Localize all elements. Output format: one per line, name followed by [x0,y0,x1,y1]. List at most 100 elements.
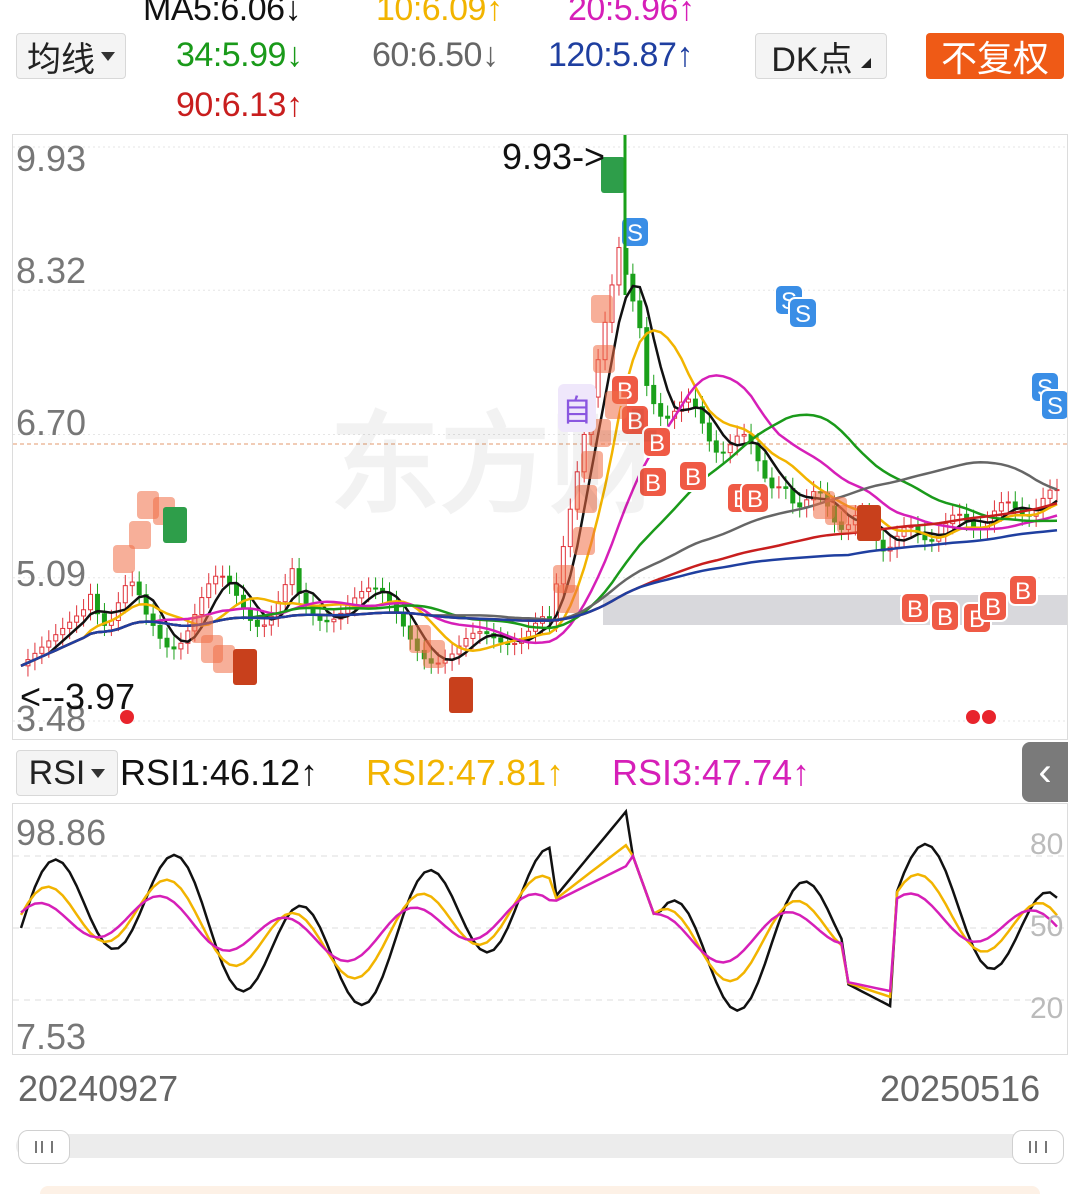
candle-body [213,575,219,585]
candle-body [400,612,406,627]
candle-body [797,502,803,508]
rsi1-line [19,808,1058,1012]
candle-body [74,615,80,623]
candle-body [1012,501,1018,509]
range-handle-left[interactable] [18,1130,70,1164]
candle-body [957,513,963,516]
y-label-3: 6.70 [16,402,87,443]
candle-body [373,587,379,590]
count-marker [591,295,613,323]
candle-body [727,444,733,454]
candle-body [776,486,782,489]
high-annotation: 9.93-> [502,136,606,177]
candle-body [470,632,476,639]
watermark: 东方财 [330,404,660,527]
candle-body [998,502,1004,512]
candle-body [171,646,177,650]
candle-body [206,583,212,599]
rsi-select-label: RSI [28,753,86,792]
candle-body [498,637,504,643]
candle-body [692,398,698,408]
ma60-label: 60:6.50↓ [372,36,499,74]
ma5-label: MA5:6.06↓ [143,0,302,28]
chevron-left-icon[interactable]: ‹ [1022,742,1068,802]
candle-body [366,587,372,593]
rsi-level-50: 50 [1030,910,1064,943]
candle-body [324,619,330,623]
nine-tag [449,677,473,713]
grip-icon [1029,1141,1047,1153]
count-marker [129,521,151,549]
candle-body [88,593,94,611]
candle-body [484,631,490,635]
ma-select-label: 均线 [27,40,95,79]
svg-text:B: B [937,604,953,631]
svg-text:B: B [1015,578,1031,605]
count-marker [213,645,235,673]
count-marker [423,640,445,668]
candle-body [282,584,288,603]
rsi-chart[interactable] [12,803,1068,1055]
candle-body [220,575,226,578]
candle-body [665,415,671,419]
rsi-canvas [13,808,1067,1012]
nine-tag [163,507,187,543]
svg-text:B: B [747,486,763,513]
candle-body [81,609,87,617]
corner-caret-icon [860,58,871,68]
range-scrollbar[interactable] [16,1134,1064,1158]
y-label-top: 9.93 [16,138,87,179]
fq-button[interactable]: 不复权 [926,33,1064,79]
candle-body [39,646,45,654]
candle-body [685,398,691,403]
rsi-select[interactable]: RSI [16,750,118,796]
ma34-label: 34:5.99↓ [176,36,303,74]
svg-text:B: B [685,464,701,491]
svg-text:B: B [985,594,1001,621]
candle-body [783,486,789,489]
rsi1-label: RSI1:46.12↑ [120,752,319,793]
ma90-label: 90:6.13↑ [176,86,303,124]
candle-body [637,300,643,329]
svg-text:S: S [1047,393,1063,420]
ma120-label: 120:5.87↑ [548,36,693,74]
svg-text:S: S [627,220,643,247]
rsi-max-label: 98.86 [16,812,107,853]
range-handle-right[interactable] [1012,1130,1064,1164]
candle-body [289,568,295,586]
buy-marker: B [678,460,708,492]
candle-body [46,640,52,648]
candle-body [199,597,205,615]
candle-body [713,440,719,453]
candle-body [67,621,73,629]
bottom-sheet-edge [40,1186,1040,1194]
dk-select[interactable]: DK点 [755,33,887,79]
low-annotation: <--3.97 [20,676,136,717]
y-label-4: 5.09 [16,553,87,594]
candle-body [762,460,768,479]
buy-marker: B [978,590,1008,622]
candle-body [359,591,365,599]
candle-body [804,499,810,508]
candle-body [150,613,156,626]
buy-marker: B [1008,574,1038,606]
candle-body [178,642,184,650]
buy-marker: B [930,600,960,632]
dk-select-label: DK点 [771,40,853,79]
candle-body [164,637,170,648]
candle-body [136,581,142,596]
self-tag: 自 [558,384,596,432]
candle-body [512,642,518,645]
caret-down-icon [91,768,106,778]
nine-tag [233,649,257,685]
candle-body [261,624,267,627]
candle-body [129,581,135,587]
count-marker [557,585,579,613]
candle-body [477,631,483,634]
nine-tag [857,505,881,541]
signal-dot [966,710,980,724]
candle-body [463,637,469,647]
ma-select[interactable]: 均线 [16,33,126,79]
ma20-label: 20:5.96↑ [568,0,695,28]
y-label-2: 8.32 [16,250,87,291]
